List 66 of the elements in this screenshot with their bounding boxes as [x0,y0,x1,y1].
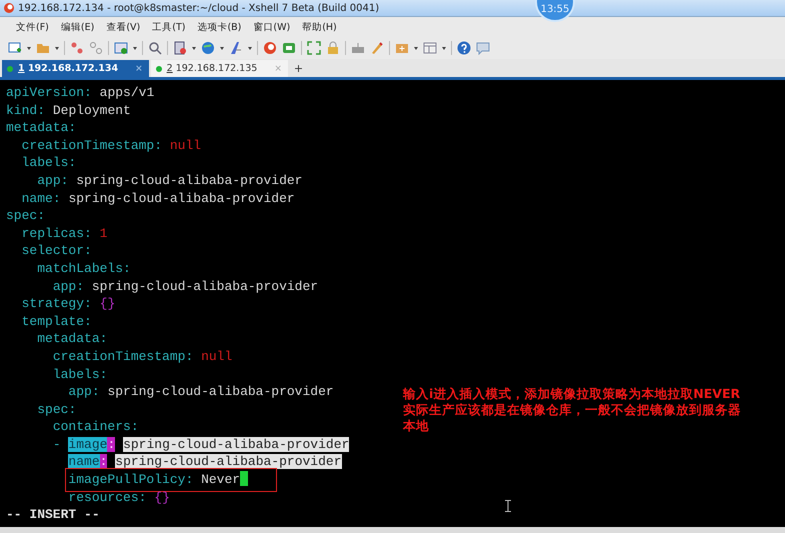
code-line: resources: {} [68,488,170,506]
new-tab-button[interactable]: + [290,62,308,74]
code-line: name: spring-cloud-alibaba-provider [22,190,295,208]
code-line: labels: [52,366,108,384]
annotation-text: 输入i进入插入模式，添加镜像拉取策略为本地拉取NEVER 实际生产应该都是在镜像仓库，一般不会把镜像放到服务器 本地 [403,386,742,434]
new-session-icon[interactable] [8,41,22,55]
code-line: app: spring-cloud-alibaba-provider [52,278,318,296]
clock-badge: 13:55 [535,0,575,22]
caret-icon[interactable] [27,46,31,50]
code-line: app: spring-cloud-alibaba-provider [68,383,334,401]
status-dot-icon [7,66,13,72]
code-line: template: [22,312,92,330]
lock-icon[interactable] [326,41,340,55]
code-line: selector: [22,242,92,260]
menu-item[interactable]: 查看(V) [106,20,140,34]
search-icon[interactable] [148,41,162,55]
tab-label: 2 192.168.172.135 [166,63,258,74]
code-line: strategy: {} [22,295,116,313]
code-line: kind: Deployment [6,102,131,120]
insert-mode-indicator: -- INSERT -- [6,507,100,522]
code-line: labels: [22,154,76,172]
code-line: name: spring-cloud-alibaba-provider [68,453,342,472]
terminal-panel[interactable] [0,80,785,527]
window-icon[interactable] [114,41,128,55]
code-line: metadata: [37,330,108,348]
code-line: app: spring-cloud-alibaba-provider [37,172,302,190]
code-line: spec: [6,207,46,225]
menu-item[interactable]: 选项卡(B) [197,20,242,34]
help-icon[interactable] [457,41,471,55]
caret-icon[interactable] [442,46,446,50]
code-line: metadata: [6,119,76,137]
caret-icon[interactable] [55,46,59,50]
code-line: creationTimestamp: null [22,136,202,154]
menu-item[interactable]: 编辑(E) [60,20,94,34]
pen-icon[interactable] [370,41,384,55]
code-line: replicas: 1 [22,224,108,242]
code-line: apiVersion: apps/v1 [6,84,154,102]
fullscreen-icon[interactable] [307,41,321,55]
code-line: - image: spring-cloud-alibaba-provider [52,436,350,454]
menu-item[interactable]: 帮助(H) [302,20,337,34]
menu-item[interactable]: 窗口(W) [253,20,290,34]
session-tab[interactable]: 1 192.168.172.134 × [2,60,149,77]
code-line: imagePullPolicy: Never [68,471,274,489]
layout-icon[interactable] [423,41,437,55]
xftp-logo-icon[interactable] [282,41,296,55]
app-logo-icon [4,3,14,13]
code-line: spec: [37,400,76,418]
menu-item[interactable]: 工具(T) [152,20,186,34]
caret-icon[interactable] [133,46,137,50]
code-line: containers: [52,418,139,436]
caret-icon[interactable] [414,46,418,50]
menu-item[interactable]: 文件(F) [16,20,49,34]
tab-label: 1 192.168.172.134 [18,63,118,74]
text-cursor-icon [505,500,511,512]
code-line: creationTimestamp: null [52,348,232,366]
add-folder-icon[interactable] [395,41,409,55]
status-dot-icon [156,66,162,72]
chat-icon[interactable] [476,41,490,55]
caret-icon[interactable] [248,46,252,50]
caret-icon[interactable] [192,46,196,50]
code-line: matchLabels: [37,260,131,278]
caret-icon[interactable] [220,46,224,50]
xshell-logo-icon[interactable] [263,41,277,55]
session-tab[interactable]: 2 192.168.172.135 × [150,60,288,77]
globe-icon[interactable] [201,41,215,55]
window-title: 192.168.172.134 - root@k8smaster:~/cloud - Xshell 7 Beta (Build 0041) [18,2,380,14]
